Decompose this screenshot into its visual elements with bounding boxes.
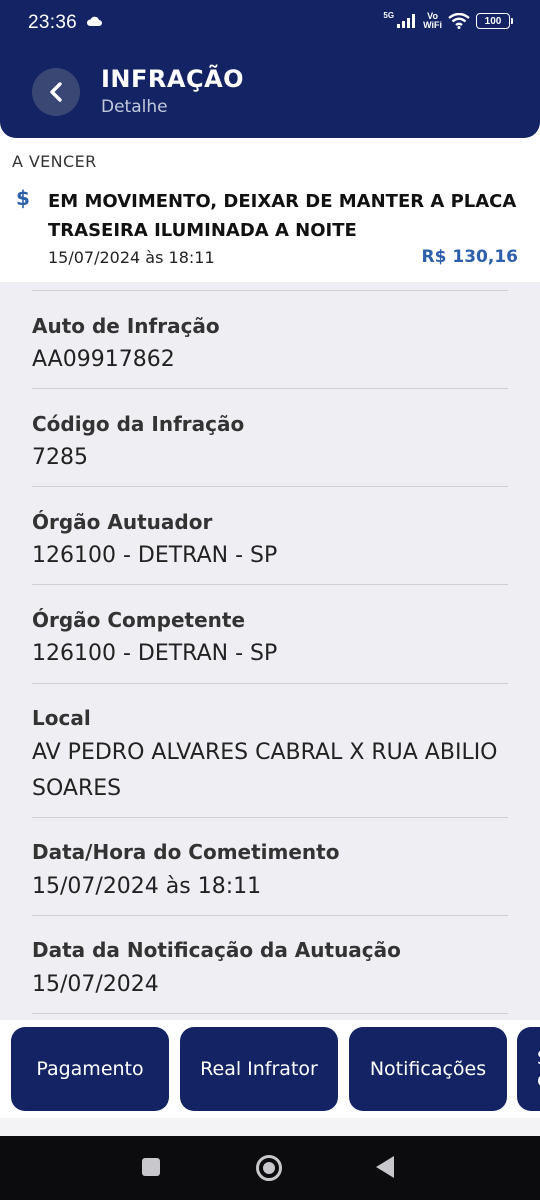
battery-icon: 100 bbox=[476, 13, 513, 29]
real-offender-button[interactable]: Real Infrator bbox=[180, 1027, 338, 1111]
divider bbox=[32, 683, 508, 684]
detail-value: 7285 bbox=[32, 445, 88, 470]
details-list[interactable]: Auto de Infração AA09917862 Código da In… bbox=[0, 282, 540, 1020]
network-type: 5G bbox=[383, 10, 395, 20]
detail-label: Código da Infração bbox=[32, 412, 245, 436]
divider bbox=[32, 290, 508, 291]
more-actions-button[interactable]: S c bbox=[517, 1027, 540, 1111]
detail-label: Auto de Infração bbox=[32, 314, 220, 338]
divider bbox=[32, 915, 508, 916]
back-icon[interactable] bbox=[376, 1156, 394, 1178]
detail-label: Local bbox=[32, 706, 91, 730]
infraction-description: EM MOVIMENTO, DEIXAR DE MANTER A PLACA T… bbox=[48, 191, 517, 241]
detail-label: Órgão Competente bbox=[32, 608, 246, 632]
spacer bbox=[0, 1118, 540, 1136]
recent-apps-icon[interactable] bbox=[142, 1158, 160, 1176]
home-icon[interactable] bbox=[256, 1155, 282, 1181]
detail-label: Data da Notificação da Autuação bbox=[32, 938, 401, 962]
dollar-icon: $ bbox=[16, 186, 30, 210]
detail-label: Data/Hora do Cometimento bbox=[32, 840, 340, 864]
infraction-summary: A VENCER $ EM MOVIMENTO, DEIXAR DE MANTE… bbox=[0, 138, 540, 282]
detail-value: 15/07/2024 às 18:11 bbox=[32, 874, 262, 899]
status-label: A VENCER bbox=[12, 152, 97, 171]
status-time: 23:36 bbox=[28, 12, 78, 33]
page-subtitle: Detalhe bbox=[101, 97, 168, 117]
status-icons: 5G Vo WiFi 100 bbox=[383, 10, 513, 30]
back-button[interactable] bbox=[32, 68, 80, 116]
app-header: INFRAÇÃO Detalhe bbox=[0, 46, 540, 138]
signal-icon bbox=[397, 14, 416, 28]
payment-button[interactable]: Pagamento bbox=[11, 1027, 169, 1111]
divider bbox=[32, 388, 508, 389]
detail-value: 126100 - DETRAN - SP bbox=[32, 543, 278, 568]
divider bbox=[32, 486, 508, 487]
detail-value: AV PEDRO ALVARES CABRAL X RUA ABILIO SOA… bbox=[32, 740, 498, 801]
vowifi-indicator: Vo WiFi bbox=[423, 11, 442, 30]
divider bbox=[32, 1013, 508, 1014]
infraction-datetime: 15/07/2024 às 18:11 bbox=[48, 248, 215, 267]
infraction-amount: R$ 130,16 bbox=[421, 247, 518, 267]
action-bar[interactable]: Pagamento Real Infrator Notificações S c bbox=[0, 1020, 540, 1118]
notifications-button[interactable]: Notificações bbox=[349, 1027, 507, 1111]
wifi-icon bbox=[448, 13, 470, 29]
detail-value: AA09917862 bbox=[32, 347, 175, 372]
divider bbox=[32, 817, 508, 818]
detail-value: 15/07/2024 bbox=[32, 972, 159, 997]
status-bar: 23:36 5G Vo WiFi 100 bbox=[0, 0, 540, 46]
page-title: INFRAÇÃO bbox=[101, 65, 245, 93]
system-nav-bar bbox=[0, 1136, 540, 1200]
detail-value: 126100 - DETRAN - SP bbox=[32, 641, 278, 666]
divider bbox=[32, 584, 508, 585]
cloud-icon bbox=[86, 16, 102, 26]
chevron-left-icon bbox=[50, 82, 62, 102]
detail-label: Órgão Autuador bbox=[32, 510, 213, 534]
